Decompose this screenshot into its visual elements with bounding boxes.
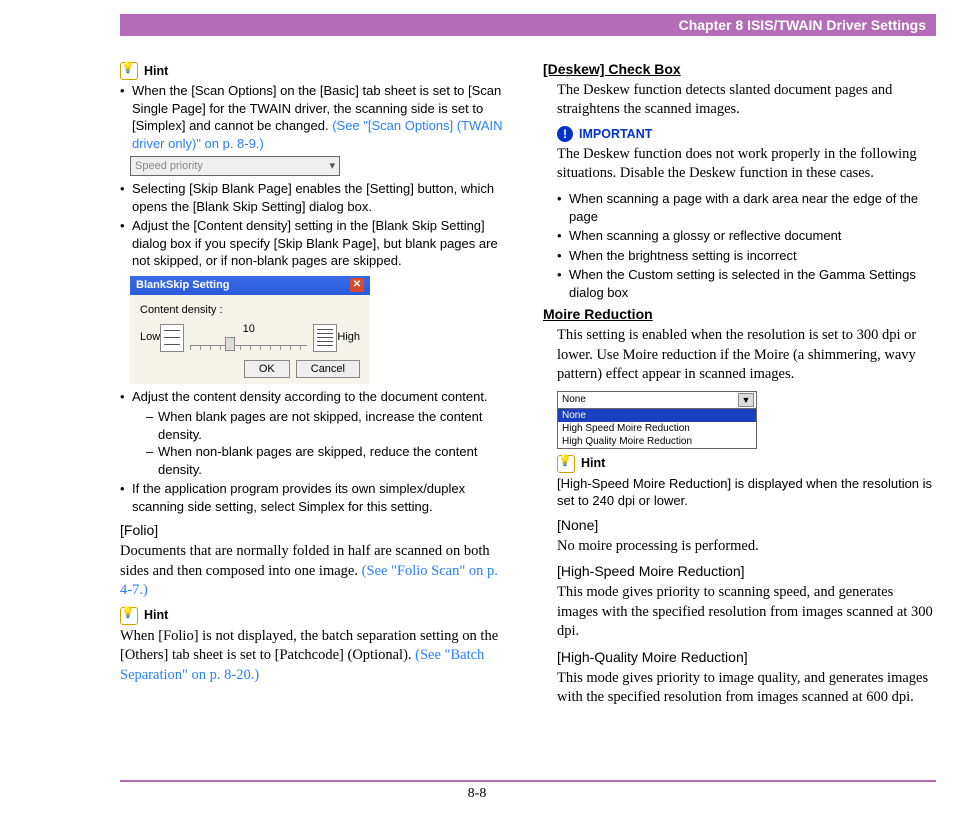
hs-text: This mode gives priority to scanning spe… — [557, 583, 936, 642]
deskew-text: The Deskew function detects slanted docu… — [543, 81, 936, 120]
page-number: 8-8 — [0, 785, 954, 804]
low-label: Low — [140, 330, 160, 345]
none-heading: [None] — [557, 516, 936, 535]
blankskip-dialog: BlankSkip Setting ✕ Content density : Lo… — [130, 276, 370, 385]
bullet-item: Adjust the [Content density] setting in … — [120, 217, 513, 270]
hint-label: Hint — [144, 607, 168, 624]
folio-text: Documents that are normally folded in ha… — [120, 542, 513, 601]
hs-heading: [High-Speed Moire Reduction] — [557, 562, 936, 581]
important-bullets: When scanning a page with a dark area ne… — [557, 190, 936, 301]
dropdown-value: Speed priority — [135, 160, 203, 172]
bullet-text: If the application program provides its … — [132, 481, 465, 514]
hint-icon — [120, 62, 138, 80]
folio-heading: [Folio] — [120, 521, 513, 540]
moire-hint-text: [High-Speed Moire Reduction] is displaye… — [557, 475, 936, 510]
important-icon — [557, 126, 573, 142]
hint-icon — [557, 455, 575, 473]
important-label: IMPORTANT — [579, 126, 652, 143]
dropdown-value: None — [562, 393, 586, 407]
speed-priority-dropdown: Speed priority — [130, 156, 340, 176]
left-column: Hint When the [Scan Options] on the [Bas… — [120, 56, 513, 768]
list-item: None — [558, 409, 756, 422]
moire-dropdown-img: None ▼ None High Speed Moire Reduction H… — [557, 391, 757, 449]
bullet-item: Selecting [Skip Blank Page] enables the … — [120, 180, 513, 215]
right-column: [Deskew] Check Box The Deskew function d… — [543, 56, 936, 768]
ok-button: OK — [244, 360, 290, 379]
doc-light-icon — [160, 324, 184, 352]
bullet-item: When the [Scan Options] on the [Basic] t… — [120, 82, 513, 152]
deskew-heading: [Deskew] Check Box — [543, 60, 936, 79]
bullet-item: Adjust the content density according to … — [120, 388, 513, 478]
chapter-header: Chapter 8 ISIS/TWAIN Driver Settings — [120, 14, 936, 36]
cancel-button: Cancel — [296, 360, 360, 379]
bullet-text: Selecting [Skip Blank Page] enables the … — [132, 181, 494, 214]
bullet-list-1: When the [Scan Options] on the [Basic] t… — [120, 82, 513, 152]
moire-text: This setting is enabled when the resolut… — [543, 326, 936, 385]
hq-heading: [High-Quality Moire Reduction] — [557, 648, 936, 667]
bullet-list-1b: Selecting [Skip Blank Page] enables the … — [120, 180, 513, 270]
doc-dark-icon — [313, 324, 337, 352]
hint-icon — [120, 607, 138, 625]
sub-item: When non-blank pages are skipped, reduce… — [146, 443, 513, 478]
chevron-down-icon: ▼ — [738, 393, 754, 407]
hint-text: When [Folio] is not displayed, the batch… — [120, 627, 513, 686]
hq-text: This mode gives priority to image qualit… — [557, 669, 936, 708]
bullet-text: Adjust the content density according to … — [132, 389, 488, 404]
content-area: Hint When the [Scan Options] on the [Bas… — [120, 56, 936, 768]
moire-heading: Moire Reduction — [543, 305, 936, 324]
bullet-item: When the Custom setting is selected in t… — [557, 266, 936, 301]
none-text: No moire processing is performed. — [557, 537, 936, 557]
list-item: High Speed Moire Reduction — [558, 422, 756, 435]
dialog-title: BlankSkip Setting — [136, 278, 230, 293]
sub-item: When blank pages are not skipped, increa… — [146, 408, 513, 443]
list-item: High Quality Moire Reduction — [558, 435, 756, 448]
close-icon: ✕ — [350, 278, 364, 292]
high-label: High — [337, 330, 360, 345]
bullet-item: When the brightness setting is incorrect — [557, 247, 936, 265]
footer-rule — [120, 780, 936, 782]
hint-label: Hint — [144, 63, 168, 80]
bullet-text: Adjust the [Content density] setting in … — [132, 218, 498, 268]
slider-value: 10 — [184, 322, 313, 337]
bullet-item: When scanning a glossy or reflective doc… — [557, 227, 936, 245]
bullet-item: If the application program provides its … — [120, 480, 513, 515]
density-slider — [190, 337, 307, 351]
density-label: Content density : — [140, 303, 360, 318]
bullet-item: When scanning a page with a dark area ne… — [557, 190, 936, 225]
bullet-list-2: Adjust the content density according to … — [120, 388, 513, 515]
important-text: The Deskew function does not work proper… — [557, 145, 936, 184]
hint-label: Hint — [581, 455, 605, 472]
